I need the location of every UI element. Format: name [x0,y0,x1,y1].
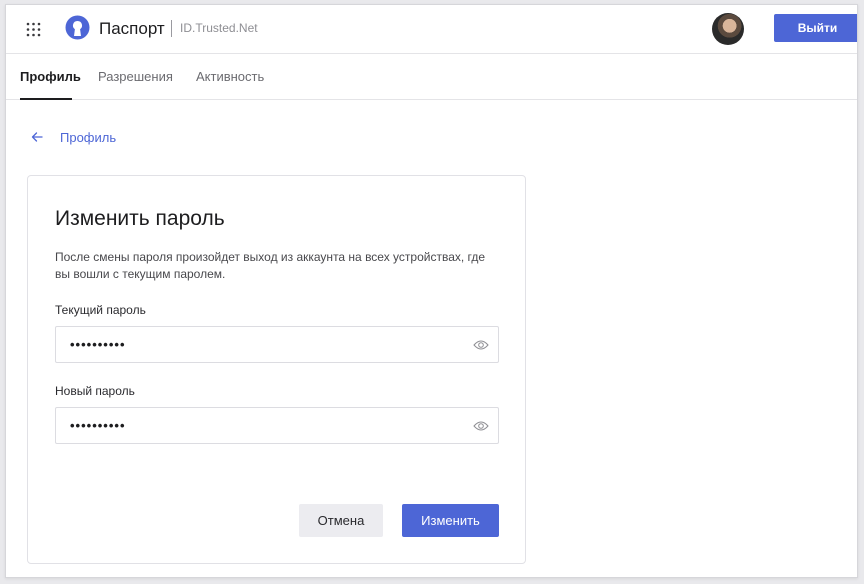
card-title: Изменить пароль [55,207,225,230]
new-password-label: Новый пароль [55,384,135,398]
header-divider [171,20,172,37]
card-description: После смены пароля произойдет выход из а… [55,250,486,281]
arrow-left-icon[interactable] [31,131,43,143]
active-tab-indicator [20,98,72,100]
user-avatar[interactable] [712,13,744,45]
logout-button[interactable]: Выйти [774,14,857,42]
change-password-card: Изменить пароль После смены пароля произ… [27,175,526,564]
cancel-button[interactable]: Отмена [299,504,383,537]
new-password-value: •••••••••• [70,418,126,433]
app-name: Паспорт [99,19,165,38]
keyhole-logo-icon [65,15,90,40]
tab-permissions[interactable]: Разрешения [98,69,173,84]
app-window: Паспорт ID.Trusted.Net Выйти Профиль Раз… [5,4,858,578]
eye-icon[interactable] [473,338,489,352]
apps-grid-icon[interactable] [26,22,41,37]
tab-profile[interactable]: Профиль [20,69,81,84]
top-header: Паспорт ID.Trusted.Net Выйти [6,5,857,54]
change-password-button[interactable]: Изменить [402,504,499,537]
tab-bar: Профиль Разрешения Активность [6,54,857,100]
current-password-value: •••••••••• [70,337,126,352]
eye-icon[interactable] [473,419,489,433]
current-password-field[interactable]: •••••••••• [55,326,499,363]
current-password-label: Текущий пароль [55,303,146,317]
tab-activity[interactable]: Активность [196,69,264,84]
back-link[interactable]: Профиль [60,130,116,145]
new-password-field[interactable]: •••••••••• [55,407,499,444]
app-domain: ID.Trusted.Net [180,21,258,35]
